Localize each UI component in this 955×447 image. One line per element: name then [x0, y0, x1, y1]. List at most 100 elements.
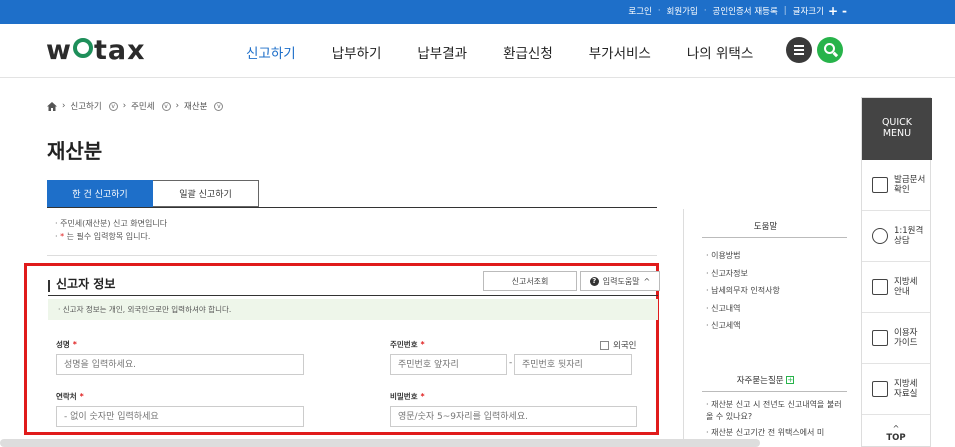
quick-item-label: 지방세 안내	[894, 277, 918, 297]
tab-bulk-report[interactable]: 일괄 신고하기	[153, 180, 259, 207]
quick-item-label: 1:1원격 상담	[894, 226, 924, 246]
reporter-info-section: 신고자 정보 신고서조회 ? 입력도움말 ^ · 신고자 정보는 개인, 외국인…	[24, 263, 660, 435]
password-label-text: 비밀번호	[390, 392, 418, 401]
contact-input[interactable]	[56, 406, 304, 427]
utility-links: 로그인 · 회원가입 · 공인인증서 재등록 | 글자크기 + -	[628, 5, 847, 17]
quick-item-label: 발급문서 확인	[894, 175, 926, 195]
help-list: · 이용방법 · 신고자정보 · 납세의무자 인적사항 · 신고내역 · 신고세…	[706, 247, 780, 335]
printer-icon	[872, 177, 888, 193]
quick-menu-title-1: QUICK	[881, 117, 913, 128]
nav-refund[interactable]: 환급신청	[503, 42, 553, 62]
chevron-down-icon[interactable]: v	[108, 101, 118, 111]
report-lookup-button[interactable]: 신고서조회	[483, 271, 577, 291]
breadcrumb-item-property[interactable]: 재산분	[184, 100, 207, 112]
top-utility-bar: 로그인 · 회원가입 · 공인인증서 재등록 | 글자크기 + -	[0, 0, 955, 24]
rrn-label-text: 주민번호	[390, 340, 418, 349]
guide-icon	[872, 330, 888, 346]
required-star: *	[72, 340, 77, 349]
input-help-button[interactable]: ? 입력도움말 ^	[580, 271, 660, 291]
chevron-up-icon: ^	[643, 276, 651, 286]
section-title: 신고자 정보	[56, 277, 116, 291]
name-label-text: 성명	[56, 340, 70, 349]
font-increase-button[interactable]: +	[828, 5, 838, 17]
archive-search-icon	[872, 381, 888, 397]
required-star: *	[79, 392, 84, 401]
contact-label-text: 연락처	[56, 392, 77, 401]
logo-text-left: w	[46, 35, 72, 66]
logo-e-icon	[72, 38, 93, 58]
quick-menu: QUICK MENU 발급문서 확인 1:1원격 상담 지방세 안내 이용자 가…	[861, 97, 932, 447]
signup-link[interactable]: 회원가입	[667, 5, 698, 17]
all-menu-button[interactable]	[786, 37, 812, 63]
help-item-reporter[interactable]: · 신고자정보	[706, 265, 780, 283]
separator: |	[783, 6, 787, 16]
breadcrumb-item-report[interactable]: 신고하기	[70, 100, 101, 112]
hamburger-icon	[794, 53, 804, 55]
quick-item-guide[interactable]: 이용자 가이드	[862, 313, 930, 364]
required-star: *	[420, 340, 425, 349]
nav-pay[interactable]: 납부하기	[332, 42, 382, 62]
question-icon: ?	[589, 276, 599, 286]
main-nav: 신고하기 납부하기 납부결과 환급신청 부가서비스 나의 위택스	[246, 42, 789, 62]
horizontal-scrollbar[interactable]	[0, 439, 760, 447]
login-link[interactable]: 로그인	[628, 5, 651, 17]
tax-info-icon	[872, 279, 888, 295]
breadcrumb-item-resident-tax[interactable]: 주민세	[131, 100, 154, 112]
hamburger-icon	[794, 49, 804, 51]
nav-my-wetax[interactable]: 나의 위택스	[687, 42, 753, 62]
foreigner-checkbox-wrap[interactable]: 외국인	[600, 339, 636, 351]
scroll-top-button[interactable]: ^ TOP	[862, 415, 930, 444]
help-item-usage[interactable]: · 이용방법	[706, 247, 780, 265]
faq-divider	[702, 391, 847, 392]
input-help-label: 입력도움말	[602, 276, 640, 286]
quick-item-documents[interactable]: 발급문서 확인	[862, 160, 930, 211]
chevron-down-icon[interactable]: v	[214, 101, 224, 111]
quick-item-remote[interactable]: 1:1원격 상담	[862, 211, 930, 262]
nav-extra-services[interactable]: 부가서비스	[589, 42, 651, 62]
nav-report[interactable]: 신고하기	[246, 42, 296, 62]
faq-item[interactable]: · 재산분 신고 시 전년도 신고내역을 불러올 수 있나요?	[706, 399, 844, 423]
help-title: 도움말	[753, 222, 778, 232]
site-header: w tax 신고하기 납부하기 납부결과 환급신청 부가서비스 나의 위택스	[0, 24, 955, 78]
rrn-front-input[interactable]	[390, 354, 507, 375]
help-item-taxpayer[interactable]: · 납세의무자 인적사항	[706, 282, 780, 300]
top-label: TOP	[886, 433, 906, 443]
quick-item-label: 지방세 자료실	[894, 379, 918, 399]
breadcrumb-sep: ›	[175, 101, 179, 111]
notice-text: · 주민세(재산분) 신고 화면입니다 · * 는 필수 입력항목 입니다.	[55, 217, 167, 243]
logo-text-right: tax	[93, 35, 146, 66]
rrn-back-input[interactable]	[514, 354, 632, 375]
quick-item-tax-info[interactable]: 지방세 안내	[862, 262, 930, 313]
separator: ·	[657, 6, 661, 16]
wetax-logo[interactable]: w tax	[46, 35, 146, 66]
faq-title: 자주묻는질문 +	[684, 374, 847, 386]
quick-menu-header: QUICK MENU	[862, 98, 932, 160]
foreigner-label: 외국인	[613, 341, 637, 351]
tab-single-report[interactable]: 한 건 신고하기	[47, 180, 153, 207]
chevron-up-icon: ^	[892, 424, 900, 433]
breadcrumb: › 신고하기 v › 주민세 v › 재산분 v	[47, 100, 224, 112]
name-input[interactable]	[56, 354, 304, 375]
breadcrumb-sep: ›	[62, 101, 66, 111]
home-icon[interactable]	[47, 101, 57, 111]
faq-title-text: 자주묻는질문	[736, 376, 784, 386]
cert-reregister-link[interactable]: 공인인증서 재등록	[713, 5, 778, 17]
rrn-label: 주민번호 *	[390, 339, 425, 350]
faq-more-icon[interactable]: +	[786, 376, 795, 384]
search-icon-handle	[832, 51, 839, 57]
help-item-tax-amount[interactable]: · 신고세액	[706, 317, 780, 335]
help-item-history[interactable]: · 신고내역	[706, 300, 780, 318]
font-decrease-button[interactable]: -	[842, 5, 847, 17]
help-divider	[702, 237, 847, 238]
search-button[interactable]	[817, 37, 843, 63]
chevron-down-icon[interactable]: v	[161, 101, 171, 111]
page-title: 재산분	[47, 139, 103, 163]
quick-item-archive[interactable]: 지방세 자료실	[862, 364, 930, 415]
nav-pay-result[interactable]: 납부결과	[417, 42, 467, 62]
faq-item[interactable]: · 재산분 신고기간 전 위택스에서 미	[706, 427, 844, 439]
section-title-bar	[48, 280, 50, 292]
foreigner-checkbox[interactable]	[600, 340, 609, 350]
password-label: 비밀번호 *	[390, 391, 425, 402]
contact-label: 연락처 *	[56, 391, 84, 402]
password-input[interactable]	[390, 406, 637, 427]
